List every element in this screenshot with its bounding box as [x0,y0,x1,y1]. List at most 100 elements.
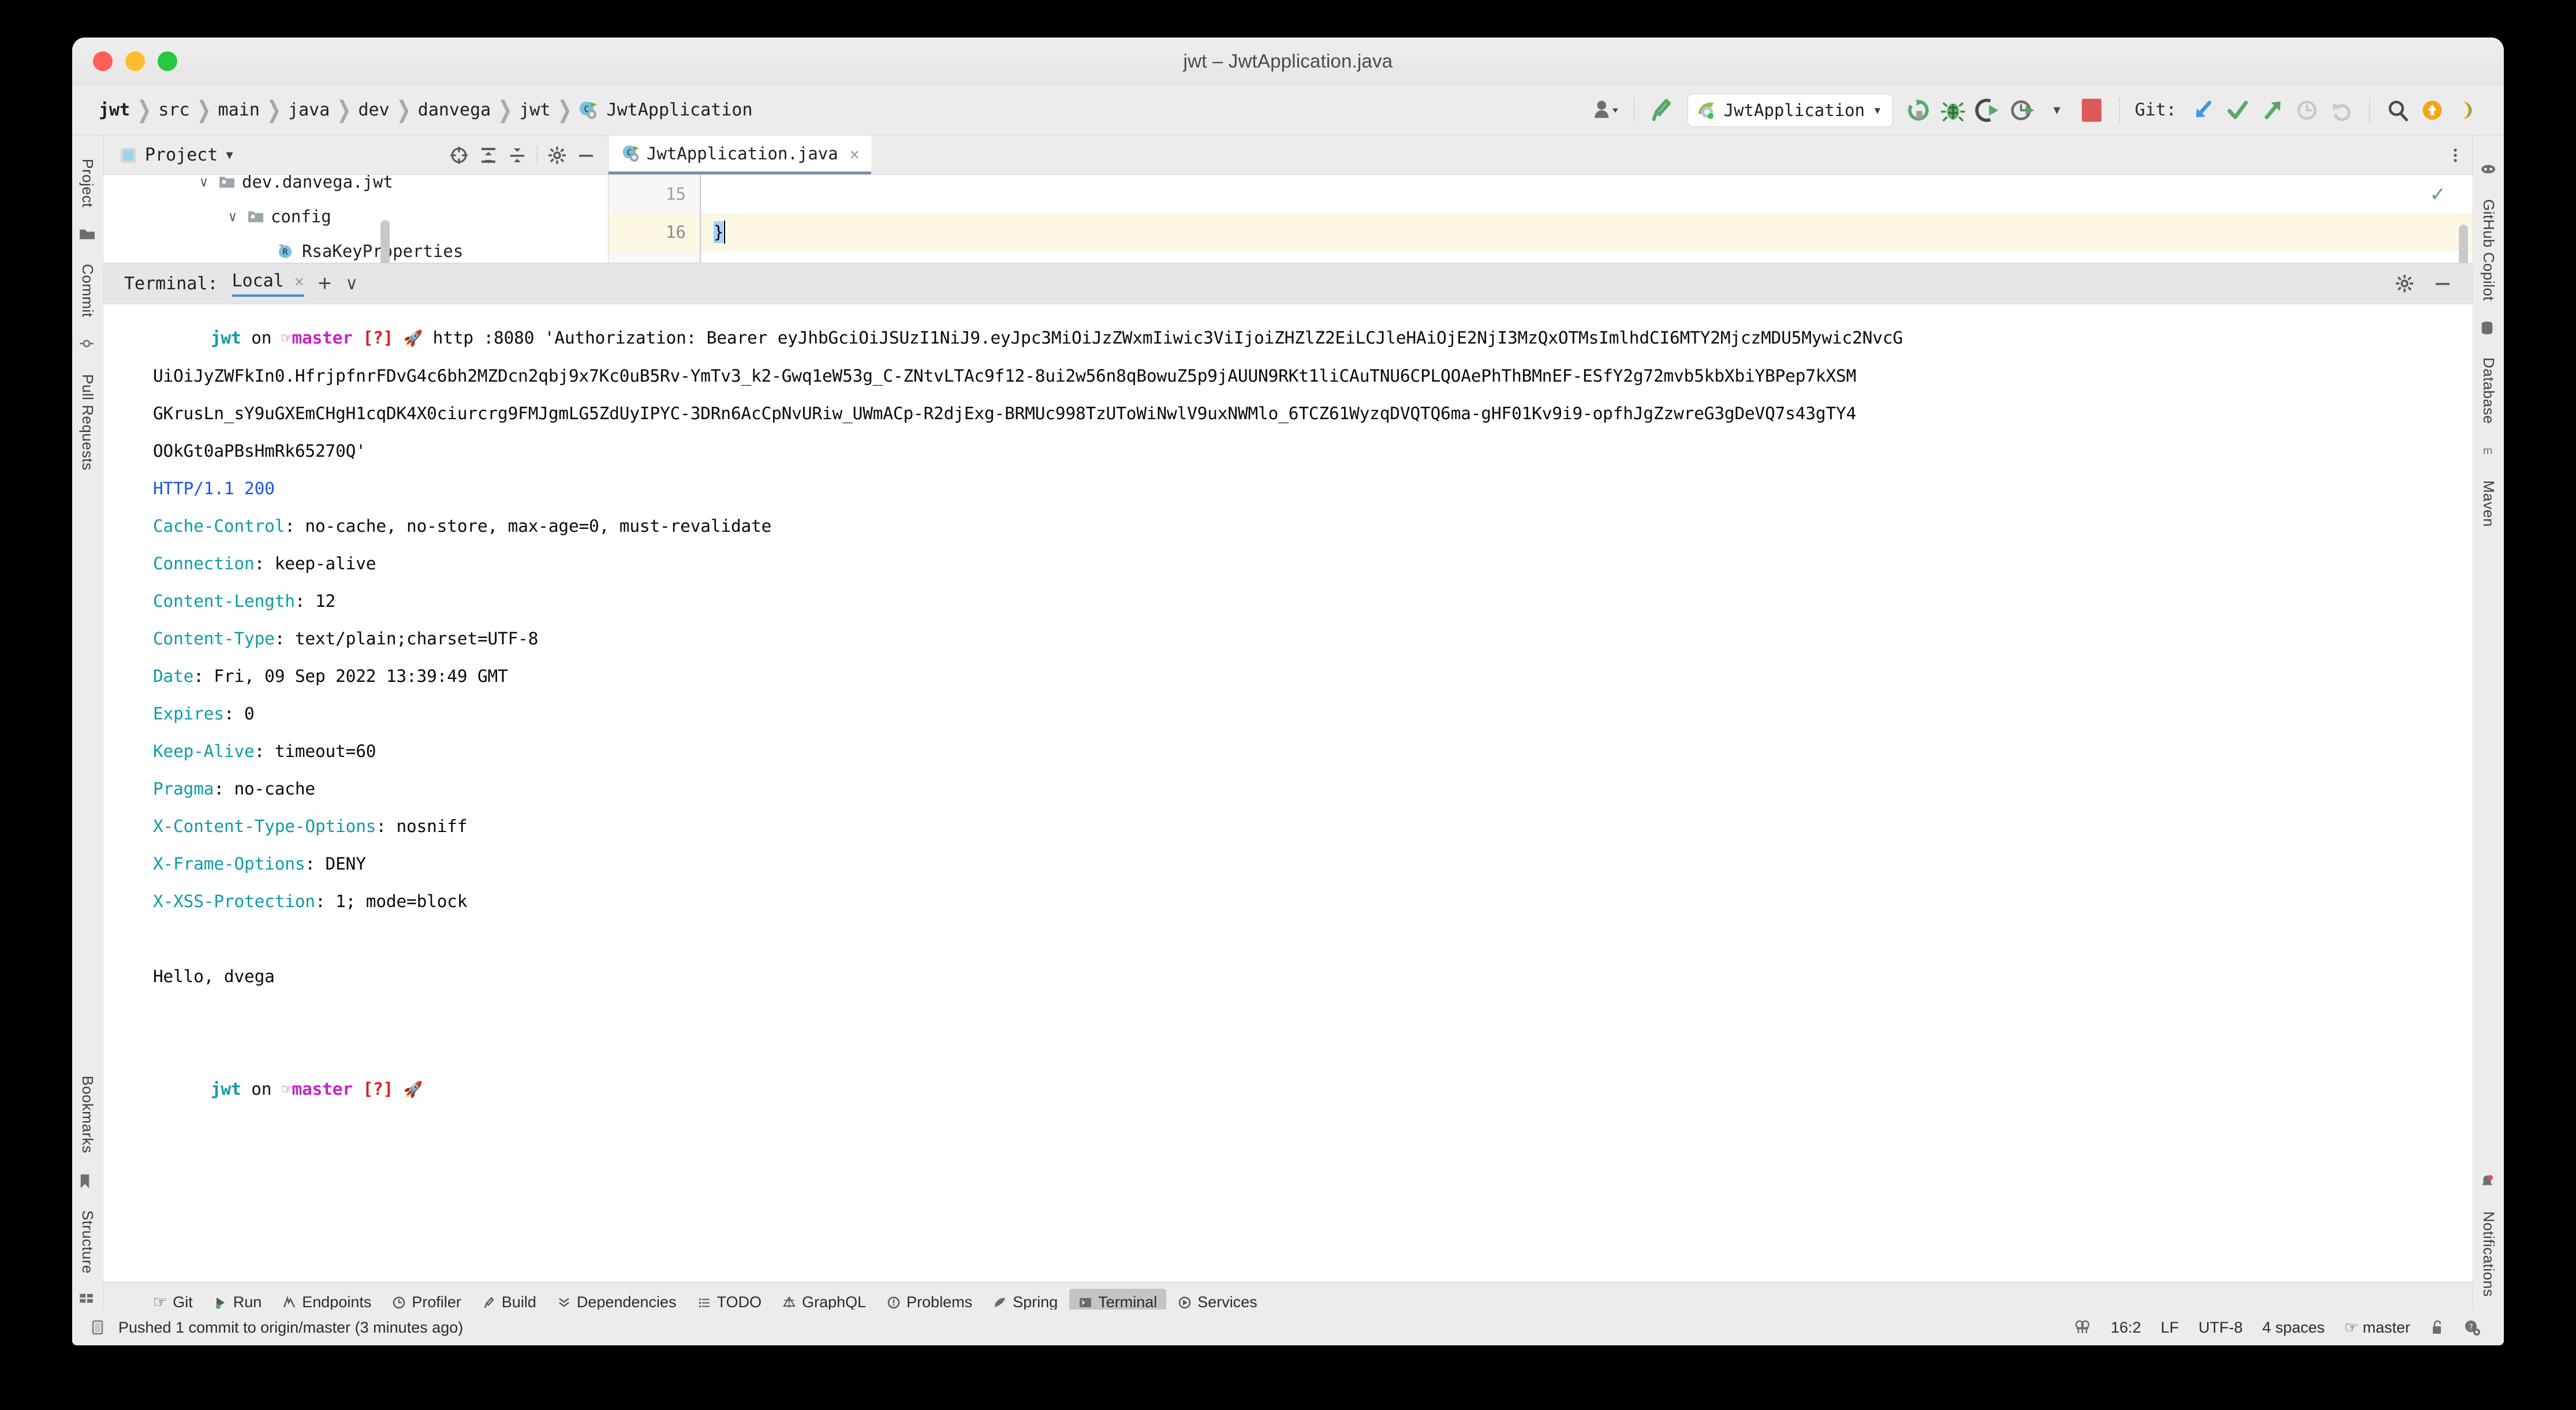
editor-gutter[interactable]: 15 16 17 [608,175,701,263]
rail-item-github-copilot[interactable]: GitHub Copilot [2480,191,2497,309]
notification-icon[interactable] [91,1319,106,1336]
terminal-header-line: Date: Fri, 09 Sep 2022 13:39:49 GMT [103,658,2473,695]
header-value: : timeout=60 [254,741,376,761]
github-copilot-icon [2480,162,2497,180]
profiler-icon[interactable] [2006,94,2039,126]
close-icon[interactable]: ✕ [294,271,304,290]
new-terminal-tab-button[interactable]: + [318,272,331,295]
spring-boot-icon [1696,100,1716,120]
breadcrumb-dev[interactable]: dev [354,100,393,120]
code-with-me-icon[interactable] [2074,1319,2091,1336]
tool-window-label: Profiler [412,1293,461,1311]
code-text: } [714,221,724,243]
tool-window-label: Run [233,1293,262,1311]
locate-file-icon[interactable] [449,146,469,165]
rail-item-pull-requests[interactable]: Pull Requests [79,366,96,479]
git-commit-icon[interactable] [2222,94,2254,126]
editor-scrollbar[interactable] [2459,225,2468,263]
hide-panel-icon[interactable] [2433,274,2452,293]
rail-item-structure[interactable]: Structure [79,1202,96,1282]
git-update-icon[interactable] [2187,94,2219,126]
code-editor[interactable]: 15 16 17 } ✓ [608,175,2473,263]
breadcrumb-java[interactable]: java [285,100,333,120]
line-number: 15 [666,184,686,204]
ide-help-icon[interactable]: ? [2463,1319,2481,1336]
chevron-down-icon[interactable]: ▾ [226,147,233,163]
svg-text:?: ? [2469,1323,2473,1332]
rail-item-bookmarks[interactable]: Bookmarks [79,1068,96,1162]
user-avatar-icon[interactable] [1590,94,1622,126]
tree-node-package[interactable]: ∨ dev.danvega.jwt [103,175,608,199]
rerun-icon[interactable] [1902,94,1935,126]
breadcrumb-jwtapplication[interactable]: JwtApplication [603,100,756,120]
breadcrumb-src[interactable]: src [155,100,193,120]
breadcrumb-danvega[interactable]: danvega [415,100,494,120]
build-hammer-icon[interactable] [1646,94,1678,126]
terminal-label: Terminal: [124,273,218,294]
prompt-project: jwt [211,328,241,348]
caret-position[interactable]: 16:2 [2111,1319,2141,1337]
terminal-header-line: X-Content-Type-Options: nosniff [103,808,2473,845]
stop-icon[interactable] [2075,94,2108,126]
breadcrumb: jwt ❯ src ❯ main ❯ java ❯ dev ❯ danvega … [95,97,756,123]
editor-code-area[interactable]: } ✓ [701,175,2473,263]
header-value: : text/plain;charset=UTF-8 [274,629,539,648]
editor-options-icon[interactable] [2452,146,2459,165]
project-panel-toolbar [449,144,595,166]
tool-window-label: GraphQL [802,1293,867,1311]
project-scrollbar[interactable] [380,220,390,263]
tree-node-rsakeyproperties[interactable]: R RsaKeyProperties [103,234,608,263]
debug-bug-icon[interactable] [1937,94,1969,126]
search-everywhere-icon[interactable] [2381,94,2414,126]
file-encoding[interactable]: UTF-8 [2198,1319,2243,1337]
run-play-icon [214,1296,227,1310]
unlocked-icon[interactable] [2430,1319,2444,1336]
tree-node-config[interactable]: ∨ config [103,199,608,234]
prompt-on: on [251,328,272,348]
chevron-expanded-icon[interactable]: ∨ [196,175,212,190]
rail-item-project[interactable]: Project [79,151,96,215]
editor-tab-jwtapplication[interactable]: C JwtApplication.java ✕ [608,136,871,174]
build-icon [482,1296,496,1310]
breadcrumb-main[interactable]: main [215,100,263,120]
settings-gear-icon[interactable] [548,146,566,165]
feature-trainer-icon[interactable] [2451,94,2483,126]
rail-item-maven[interactable]: Maven [2480,472,2497,535]
header-name: X-Frame-Options [153,854,305,874]
git-push-icon[interactable] [2256,94,2288,126]
editor-tab-bar: C JwtApplication.java ✕ [608,136,2473,175]
more-tool-windows-icon[interactable] [79,1293,96,1311]
spring-class-icon: C [578,100,598,120]
terminal-response-body: Hello, dvega [153,967,275,986]
editor-area: C JwtApplication.java ✕ 15 16} ✓ [608,136,2473,263]
code-line-current: } [701,213,2473,251]
ide-update-icon[interactable] [2416,94,2448,126]
breadcrumb-jwt-package[interactable]: jwt [516,100,554,120]
run-configuration-selector[interactable]: JwtApplication ▾ [1687,93,1893,127]
right-tool-rail: GitHub Copilot Database m Maven Notifica… [2473,136,2504,1322]
collapse-all-icon[interactable] [508,146,527,165]
expand-all-icon[interactable] [479,146,498,165]
terminal-tab-local[interactable]: Local ✕ [232,271,304,297]
chevron-down-icon[interactable]: ∨ [345,274,358,294]
status-message[interactable]: Pushed 1 commit to origin/master (3 minu… [118,1319,463,1337]
close-icon[interactable]: ✕ [850,144,860,163]
chevron-expanded-icon[interactable]: ∨ [225,208,241,225]
git-branch-icon: ☞ [281,1079,292,1099]
rail-item-commit[interactable]: Commit [79,256,96,326]
run-with-coverage-icon[interactable] [1972,94,2004,126]
indent-setting[interactable]: 4 spaces [2263,1319,2325,1337]
chevron-down-icon[interactable]: ▾ [2041,94,2073,126]
line-separator[interactable]: LF [2161,1319,2179,1337]
git-branch-widget[interactable]: ☞ master [2344,1319,2410,1337]
upper-split: Project ▾ ∨ dev.danvega.jwt ∨ config R C… [103,136,2473,263]
rail-item-notifications[interactable]: Notifications [2480,1203,2497,1305]
terminal-blank-line: ​ [103,1033,2473,1070]
terminal-output[interactable]: jwt on ☞master [?] 🚀 http :8080 'Authori… [103,304,2473,1282]
inspection-status-icon[interactable]: ✓ [2430,183,2447,206]
breadcrumb-jwt-root[interactable]: jwt [95,100,133,120]
git-branch-icon: ☞ [2344,1318,2358,1336]
hide-panel-icon[interactable] [577,146,595,165]
rail-item-database[interactable]: Database [2480,349,2497,432]
settings-gear-icon[interactable] [2395,274,2414,293]
